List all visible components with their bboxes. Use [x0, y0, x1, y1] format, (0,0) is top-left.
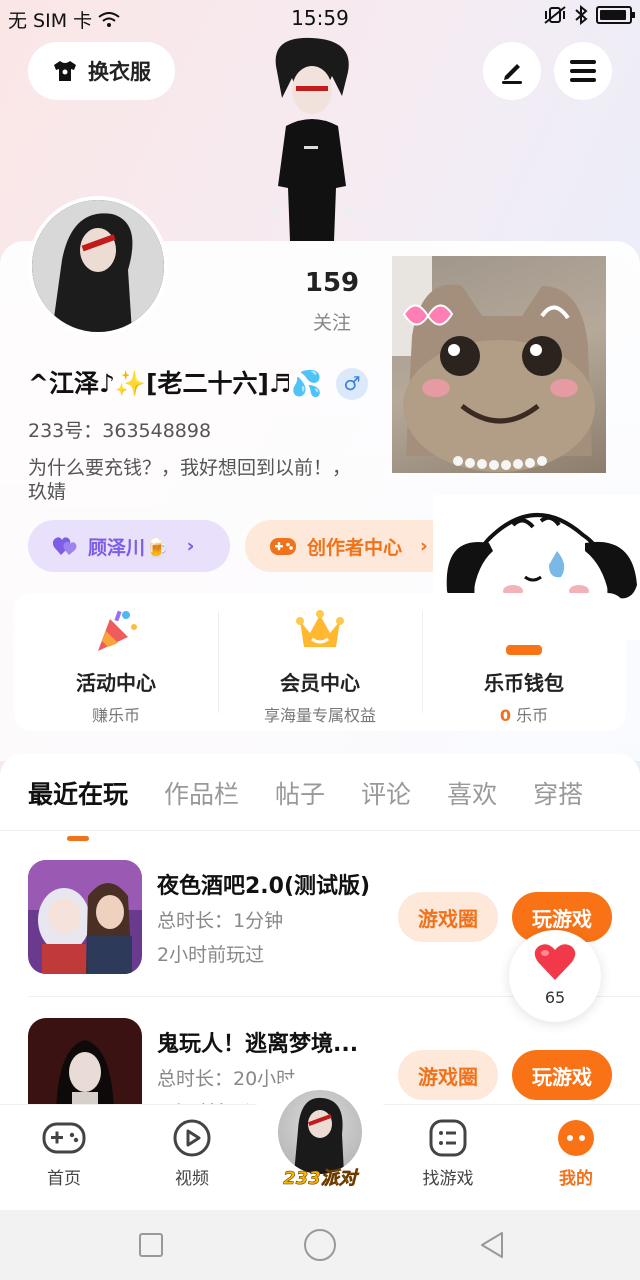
status-bar: 无 SIM 卡 15:59	[0, 0, 640, 34]
vip-center-title: 会员中心	[280, 671, 360, 695]
cat-sticker-image	[392, 256, 595, 472]
creator-center-label: 创作者中心	[307, 536, 403, 559]
pencil-icon	[502, 64, 522, 84]
activity-center[interactable]: 活动中心 赚乐币	[14, 593, 218, 731]
menu-icon	[570, 60, 596, 82]
find-game-icon	[429, 1119, 467, 1157]
tabs-divider	[0, 830, 640, 831]
coin-balance: 0	[499, 706, 512, 725]
like-count: 65	[544, 988, 566, 1007]
coin-wallet-title: 乐币钱包	[484, 671, 564, 695]
game-title: 夜色酒吧2.0(测试版)	[157, 874, 371, 899]
activity-center-title: 活动中心	[76, 671, 156, 695]
game-circle-button[interactable]: 游戏圈	[398, 892, 498, 942]
dress-up-button[interactable]: 换衣服	[28, 42, 175, 100]
friend-pill[interactable]: 顾泽川🍺 ›	[28, 520, 230, 572]
tshirt-icon	[54, 61, 76, 81]
function-grid: 活动中心 赚乐币 会员中心 享海量专属权益 乐币钱包 0 乐币	[14, 593, 626, 731]
dress-up-label: 换衣服	[88, 60, 151, 84]
tab-likes[interactable]: 喜欢	[447, 775, 497, 811]
system-nav-bar	[0, 1210, 640, 1280]
gamepad-icon	[270, 538, 296, 555]
friend-name: 顾泽川🍺	[88, 536, 169, 559]
heart-icon	[534, 944, 576, 980]
coin-wallet[interactable]: 乐币钱包 0 乐币	[422, 593, 626, 731]
nav-video[interactable]: 视频	[142, 1118, 242, 1189]
battery-icon	[596, 6, 635, 24]
party-label[interactable]: 233派对	[270, 1164, 370, 1190]
cat-sticker[interactable]	[392, 256, 606, 473]
gamepad-icon	[42, 1122, 86, 1154]
avatar-character[interactable]	[262, 36, 358, 241]
bluetooth-icon	[575, 5, 588, 25]
avatar[interactable]	[28, 196, 168, 336]
hearts-icon	[52, 537, 77, 555]
nav-find-game-label: 找游戏	[422, 1169, 474, 1189]
nickname: ^江泽♪✨[老二十六]♬💦	[28, 369, 323, 398]
user-id[interactable]: 233号：363548898	[28, 416, 211, 443]
home-circle-icon[interactable]	[303, 1228, 337, 1262]
nav-profile[interactable]: 我的	[526, 1118, 626, 1189]
nav-party-avatar[interactable]	[278, 1090, 362, 1174]
coin-wallet-sub: 0 乐币	[499, 706, 549, 725]
nav-find-game[interactable]: 找游戏	[398, 1118, 498, 1189]
profile-icon	[558, 1120, 594, 1156]
tab-outfits[interactable]: 穿搭	[533, 775, 583, 811]
nav-home[interactable]: 首页	[14, 1118, 114, 1189]
nav-profile-label: 我的	[559, 1169, 593, 1189]
wallet-icon	[506, 645, 542, 655]
chevron-right-icon: ›	[186, 535, 195, 557]
game-cover-image	[28, 860, 142, 974]
party-avatar-image	[294, 1097, 344, 1174]
gender-male-icon: ♂	[336, 368, 368, 400]
game-title: 鬼玩人！逃离梦境...	[157, 1032, 359, 1057]
content-tabs: 最近在玩 作品栏 帖子 评论 喜欢 穿搭	[0, 754, 640, 841]
chevron-right-icon: ›	[420, 535, 428, 557]
tab-posts[interactable]: 帖子	[275, 775, 325, 811]
video-icon	[173, 1119, 211, 1157]
status-icons	[544, 5, 635, 25]
creator-center-button[interactable]: 创作者中心 ›	[245, 520, 455, 572]
follow-label[interactable]: 关注	[290, 308, 374, 335]
party-popper-icon	[98, 610, 137, 651]
play-game-button[interactable]: 玩游戏	[512, 1050, 612, 1100]
crown-icon	[296, 610, 344, 647]
vibrate-icon	[544, 6, 566, 24]
avatar-image	[32, 200, 164, 332]
nav-video-label: 视频	[175, 1169, 209, 1189]
play-duration: 总时长：1分钟	[157, 910, 284, 932]
vip-center-sub: 享海量专属权益	[263, 706, 376, 725]
tab-recently-played[interactable]: 最近在玩	[28, 775, 128, 841]
tab-comments[interactable]: 评论	[361, 775, 411, 811]
back-icon[interactable]	[478, 1230, 506, 1260]
recent-apps-icon[interactable]	[138, 1232, 164, 1258]
game-circle-button[interactable]: 游戏圈	[398, 1050, 498, 1100]
edit-button[interactable]	[483, 42, 541, 100]
nav-home-label: 首页	[47, 1169, 81, 1189]
follow-count[interactable]: 159	[290, 268, 374, 298]
like-bubble[interactable]: 65	[509, 930, 601, 1022]
activity-center-sub: 赚乐币	[91, 706, 140, 725]
menu-button[interactable]	[554, 42, 612, 100]
last-played: 2小时前玩过	[157, 944, 265, 966]
tab-works[interactable]: 作品栏	[164, 775, 239, 811]
vip-center[interactable]: 会员中心 享海量专属权益	[218, 593, 422, 731]
game-icon[interactable]	[28, 860, 142, 974]
